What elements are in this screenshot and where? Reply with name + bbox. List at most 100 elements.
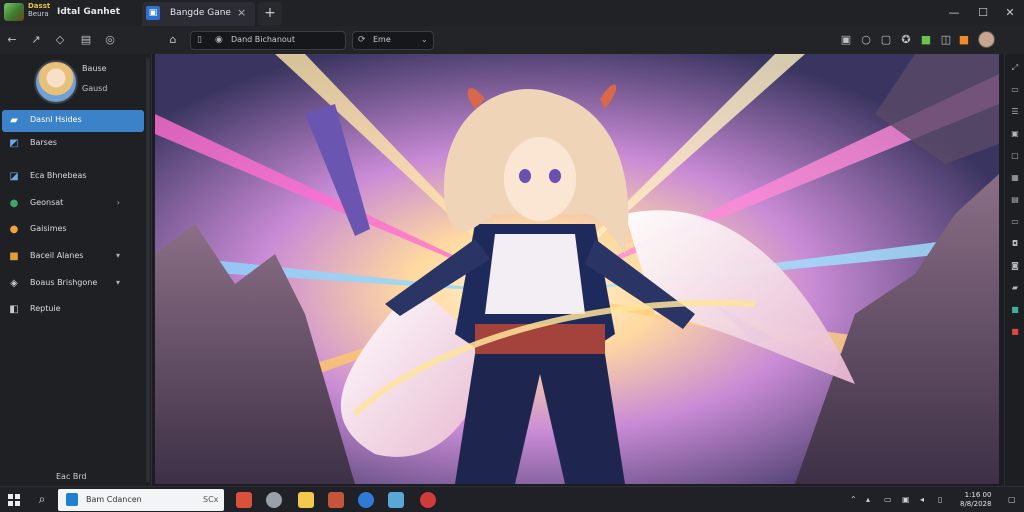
home-icon[interactable]: ⌂ xyxy=(165,32,181,48)
box-icon: ■ xyxy=(9,251,19,262)
folder-icon: ▰ xyxy=(10,115,18,126)
gamepad-icon[interactable]: ◙ xyxy=(1008,260,1022,272)
sidebar-item-label: Boaus Brishgone xyxy=(30,278,98,287)
tray-chevron-icon[interactable]: ⌃ xyxy=(850,495,857,504)
chevron-down-icon: ⌄ xyxy=(421,35,428,44)
taskbar-app-office-icon[interactable] xyxy=(236,492,252,508)
list-icon[interactable]: ☰ xyxy=(1008,106,1022,118)
image-icon[interactable]: ▣ xyxy=(838,32,854,48)
profile-dropdown[interactable]: ⟳ Eme ⌄ xyxy=(352,31,434,50)
taskbar-app-browser-icon[interactable] xyxy=(266,492,282,508)
sidebar-item-label: Geonsat xyxy=(30,198,64,207)
taskbar-app-game-icon[interactable] xyxy=(388,492,404,508)
tray-volume-icon[interactable]: ◂ xyxy=(920,495,924,504)
sidebar-item-2[interactable]: ◪ Eca Bhnebeas xyxy=(2,166,144,188)
taskbar-app-store-icon[interactable] xyxy=(328,492,344,508)
notification-icon[interactable]: ▢ xyxy=(1008,495,1016,504)
globe-icon: ◉ xyxy=(215,35,223,45)
chevron-down-icon: ▾ xyxy=(115,251,120,260)
maximize-button[interactable]: ☐ xyxy=(973,4,993,22)
app-logo-icon xyxy=(4,3,24,21)
taskbar-search-text: Bam Cdancen xyxy=(86,495,142,504)
sidebar-item-6[interactable]: ◈ Boaus Brishgone ▾ xyxy=(2,273,144,295)
taskbar-search-right: SCx xyxy=(203,495,219,504)
bookmark-icon: ▯ xyxy=(197,35,202,45)
sidebar-item-label: Gaisimes xyxy=(30,224,67,233)
gear-icon: ● xyxy=(9,224,19,235)
close-button[interactable]: ✕ xyxy=(1000,4,1020,22)
clock-date: 8/8/2028 xyxy=(960,500,992,508)
tool-icon[interactable]: ↗ xyxy=(28,32,44,48)
windows-start-icon[interactable] xyxy=(8,494,20,506)
frame-icon[interactable]: ▢ xyxy=(1008,150,1022,162)
app-red-icon[interactable]: ■ xyxy=(1008,326,1022,338)
image-icon[interactable]: ▣ xyxy=(1008,128,1022,140)
taskbar: ⌕ Bam Cdancen SCx ⌃ ▴ ▭ ▣ ◂ ▯ 1:16 00 8/… xyxy=(0,486,1024,512)
extension-orange-icon[interactable]: ■ xyxy=(956,32,972,48)
app-brand: Dasst Beura xyxy=(28,2,50,18)
tag-icon[interactable]: ◇ xyxy=(52,32,68,48)
right-rail: ⤢ ▭ ☰ ▣ ▢ ▦ ▤ ▭ ◘ ◙ ▰ ■ ■ xyxy=(1004,54,1024,486)
new-tab-button[interactable]: + xyxy=(258,2,282,26)
sidebar-item-label: Reptuie xyxy=(30,304,61,313)
user-avatar[interactable] xyxy=(34,60,78,104)
taskbar-app-edge-icon[interactable] xyxy=(358,492,374,508)
back-icon[interactable]: ← xyxy=(4,32,20,48)
chevron-right-icon: › xyxy=(116,198,120,207)
camera-icon[interactable]: ◘ xyxy=(1008,238,1022,250)
sidebar-item-3[interactable]: ● Geonsat › xyxy=(2,193,144,215)
address-text: Dand Bichanout xyxy=(231,35,296,44)
brand-line-2: Beura xyxy=(28,10,49,18)
refresh-icon: ⟳ xyxy=(358,35,366,45)
sidebar-item-5[interactable]: ■ Baceil Alanes ▾ xyxy=(2,246,144,268)
circle-icon: ● xyxy=(9,198,19,209)
dropdown-value: Eme xyxy=(373,35,391,44)
tray-battery-icon[interactable]: ▯ xyxy=(938,495,942,504)
settings-icon[interactable]: ◎ xyxy=(102,32,118,48)
extension-green-icon[interactable]: ■ xyxy=(918,32,934,48)
circle-icon[interactable]: ○ xyxy=(858,32,874,48)
calendar-icon[interactable]: ▤ xyxy=(1008,194,1022,206)
character-armor xyxy=(485,234,585,314)
profile-avatar[interactable] xyxy=(978,31,995,48)
sidebar-item-0[interactable]: ▰ Dasnl Hsides xyxy=(2,110,144,132)
layout-icon[interactable]: ▭ xyxy=(1008,84,1022,96)
tray-network-icon[interactable]: ▴ xyxy=(866,495,870,504)
grid-icon[interactable]: ▦ xyxy=(1008,172,1022,184)
tab-close-icon[interactable]: × xyxy=(237,6,246,19)
expand-icon[interactable]: ⤢ xyxy=(1008,62,1022,74)
tray-monitor-icon[interactable]: ▣ xyxy=(902,495,910,504)
shield-icon[interactable]: ◫ xyxy=(938,32,954,48)
app-green-icon[interactable]: ■ xyxy=(1008,304,1022,316)
search-app-icon xyxy=(66,493,78,506)
tab-active[interactable]: ▣ Bangde Gane × xyxy=(142,2,255,26)
taskbar-search-box[interactable]: Bam Cdancen SCx xyxy=(58,489,224,511)
sidebar-item-label: Baceil Alanes xyxy=(30,251,84,260)
taskbar-app-files-icon[interactable] xyxy=(298,492,314,508)
sidebar-item-label: Eca Bhnebeas xyxy=(30,171,87,180)
minimize-button[interactable]: — xyxy=(944,4,964,22)
clipboard-icon[interactable]: ▤ xyxy=(78,32,94,48)
character-face xyxy=(504,137,576,221)
sidebar-footer: Eac Brd xyxy=(56,472,87,481)
game-artwork[interactable] xyxy=(155,54,999,484)
taskbar-clock[interactable]: 1:16 00 8/8/2028 xyxy=(960,491,991,509)
monitor-icon[interactable]: ▭ xyxy=(1008,216,1022,228)
artwork-illustration xyxy=(155,54,999,484)
tray-keyboard-icon[interactable]: ▭ xyxy=(884,495,892,504)
character-eye-left xyxy=(519,169,531,183)
tab-label: Bangde Gane xyxy=(170,8,231,18)
address-bar[interactable]: ▯ ◉ Dand Bichanout xyxy=(190,31,346,50)
sidebar-scrollbar[interactable] xyxy=(146,58,150,482)
search-icon[interactable]: ⌕ xyxy=(34,492,50,508)
brand-line-1: Dasst xyxy=(28,2,51,10)
sidebar-item-1[interactable]: ◩ Barses xyxy=(2,133,144,155)
sidebar-item-label: Barses xyxy=(30,138,57,147)
badge-icon[interactable]: ✪ xyxy=(898,32,914,48)
frame-icon[interactable]: ▢ xyxy=(878,32,894,48)
taskbar-app-record-icon[interactable] xyxy=(420,492,436,508)
sidebar-item-7[interactable]: ◧ Reptuie xyxy=(2,299,144,321)
pen-icon: ◪ xyxy=(9,171,19,182)
sidebar-item-4[interactable]: ● Gaisimes xyxy=(2,219,144,241)
folder-icon[interactable]: ▰ xyxy=(1008,282,1022,294)
